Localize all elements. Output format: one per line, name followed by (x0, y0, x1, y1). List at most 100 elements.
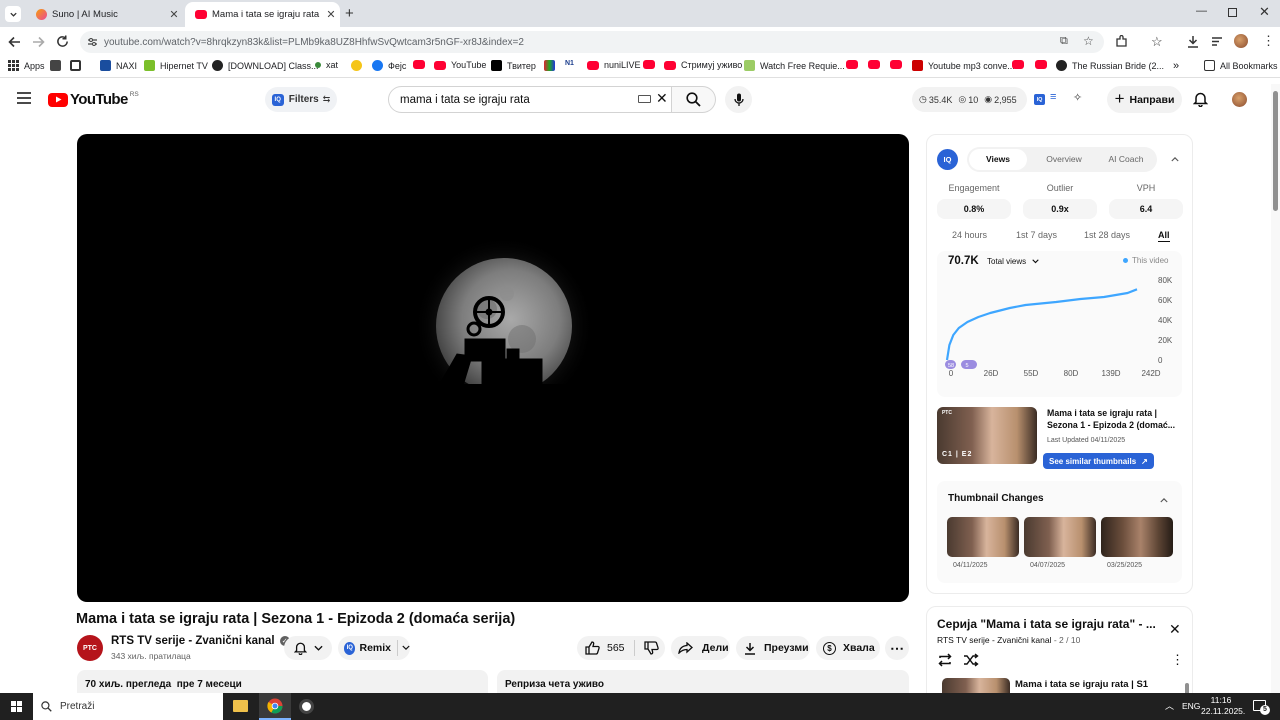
bookmark-yt-2[interactable] (643, 60, 660, 69)
search-button[interactable] (672, 86, 716, 113)
bookmark-blank-1[interactable] (50, 60, 66, 71)
account-avatar[interactable] (1232, 92, 1247, 107)
all-bookmarks[interactable]: All Bookmarks (1204, 60, 1278, 71)
bookmark-hipernet[interactable]: Hipernet TV (144, 60, 208, 71)
thanks-button[interactable]: $ Хвала (816, 636, 880, 660)
event-marker[interactable]: 5 (961, 360, 977, 369)
thumbnail-change-1[interactable] (947, 517, 1019, 557)
playlist-channel[interactable]: RTS TV serije - Zvanični kanal (937, 635, 1051, 645)
range-24-hours[interactable]: 24 hours (952, 230, 987, 240)
youtube-logo[interactable]: YouTube RS (48, 91, 139, 108)
forward-arrow-icon[interactable] (32, 36, 45, 48)
thumbnail-change-2[interactable] (1024, 517, 1096, 557)
thumbnail-change-3[interactable] (1101, 517, 1173, 557)
share-button[interactable]: Дели (671, 636, 730, 660)
minimize-icon[interactable]: — (1196, 5, 1207, 17)
bookmark-yt-7[interactable] (1035, 60, 1052, 69)
vidiq-icon[interactable]: IQ (1034, 94, 1045, 105)
bookmark-yt-5[interactable] (890, 60, 907, 69)
vidiq-filters-button[interactable]: IQ Filters ⇆ (265, 87, 337, 112)
new-tab-plus-icon[interactable]: + (345, 5, 354, 22)
close-window-icon[interactable]: ✕ (1259, 4, 1270, 20)
loop-icon[interactable] (937, 653, 953, 667)
download-icon[interactable] (1187, 35, 1199, 48)
playlist-more-icon[interactable]: ⋮ (1171, 652, 1184, 668)
bookmark-n1[interactable]: N1 (565, 60, 574, 67)
bookmark-watch[interactable]: Watch Free Requie... (744, 60, 845, 71)
reload-icon[interactable] (56, 35, 69, 48)
voice-search-button[interactable] (725, 86, 752, 113)
close-tab-icon[interactable]: ✕ (322, 8, 340, 21)
language-indicator[interactable]: ENG (1182, 701, 1200, 711)
total-views-dropdown[interactable]: Total views (984, 254, 1050, 269)
bookmark-star-icon[interactable]: ☆ (1083, 34, 1094, 48)
channel-name-row[interactable]: RTS TV serije - Zvanični kanal ✓ (111, 635, 290, 647)
tab-search-button[interactable] (5, 6, 21, 22)
obs-icon[interactable] (299, 699, 314, 714)
channel-name[interactable]: RTS TV serije - Zvanični kanal (111, 635, 275, 647)
bookmark-naxi[interactable]: NAXI (100, 60, 137, 71)
clock[interactable]: 11:16 22.11.2025. (1201, 695, 1245, 717)
shuffle-icon[interactable] (963, 653, 979, 667)
tab-suno[interactable]: Suno | AI Music ✕ (26, 2, 183, 27)
vidiq-header-stats[interactable]: ◷ 35.4K ◎ 10 ◉ 2,955 (912, 87, 1027, 112)
bookmark-stream[interactable]: Стримуј уживо (664, 60, 742, 70)
bookmark-nunilive[interactable]: nuniLIVE (587, 60, 641, 70)
close-playlist-icon[interactable]: ✕ (1169, 621, 1181, 638)
media-queue-icon[interactable] (1211, 36, 1223, 47)
bookmark-emoji[interactable] (351, 60, 367, 71)
clear-search-icon[interactable]: ✕ (656, 90, 668, 107)
bookmark-yt-3[interactable] (846, 60, 863, 69)
current-thumbnail[interactable]: РТС C1 | E2 (937, 407, 1037, 464)
vidiq-menu-icon[interactable]: ≡ (1050, 91, 1056, 103)
restore-icon[interactable] (1228, 8, 1237, 17)
site-info-icon[interactable] (87, 37, 98, 47)
bookmark-youtube[interactable]: YouTube (434, 60, 486, 70)
bookmark-facebook[interactable]: Фејс (372, 60, 406, 71)
range-28-days[interactable]: 1st 28 days (1084, 230, 1130, 240)
page-scrollbar[interactable] (1271, 84, 1280, 693)
cast-icon[interactable]: ⧉ (1060, 35, 1068, 48)
bookmark-twitter[interactable]: Твитер (491, 60, 536, 71)
playlist-item-title[interactable]: Mama i tata se igraju rata | S1 (1015, 679, 1148, 690)
bookmark-grid[interactable] (70, 60, 86, 71)
tab-overview[interactable]: Overview (1035, 149, 1093, 170)
profile-avatar[interactable] (1234, 34, 1248, 48)
tab-youtube[interactable]: Mama i tata se igraju rata | Sez ✕ (185, 2, 340, 27)
notification-center-icon[interactable]: 5 (1253, 700, 1270, 715)
like-count[interactable]: 565 (607, 642, 625, 654)
dislike-button[interactable] (633, 640, 659, 656)
thumbs-up-icon[interactable] (585, 641, 600, 655)
bookmark-russian-bride[interactable]: The Russian Bride (2... (1056, 60, 1164, 71)
magic-icon[interactable]: ✧ (1073, 91, 1082, 104)
channel-avatar[interactable]: РТС (77, 635, 103, 661)
tab-ai-coach[interactable]: AI Coach (1097, 149, 1155, 170)
bookmark-xat[interactable]: xat (315, 60, 338, 70)
download-button[interactable]: Преузми (736, 636, 810, 660)
windows-start-icon[interactable] (11, 701, 22, 712)
back-arrow-icon[interactable] (8, 36, 21, 48)
more-bookmarks-icon[interactable]: » (1173, 60, 1179, 72)
create-button[interactable]: + Направи (1107, 86, 1182, 113)
bookmark-download[interactable]: [DOWNLOAD] Class... (212, 60, 319, 71)
address-bar[interactable]: youtube.com/watch?v=8hrqkzyn83k&list=PLM… (80, 31, 1104, 53)
video-player[interactable] (77, 134, 909, 602)
range-7-days[interactable]: 1st 7 days (1016, 230, 1057, 240)
bookmark-yt-6[interactable] (1012, 60, 1029, 69)
notifications-bell-icon[interactable] (1193, 91, 1208, 107)
range-all[interactable]: All (1158, 230, 1170, 242)
keyboard-icon[interactable] (638, 95, 651, 103)
hamburger-menu-icon[interactable] (17, 92, 31, 104)
collapse-chevron-up-icon[interactable] (1160, 497, 1168, 503)
see-similar-thumbnails-button[interactable]: See similar thumbnails ↗ (1043, 453, 1154, 469)
collapse-chevron-up-icon[interactable] (1171, 156, 1179, 162)
taskbar-search[interactable]: Pretraži (33, 693, 223, 720)
bookmark-colorful[interactable] (544, 60, 560, 71)
tab-views[interactable]: Views (969, 149, 1027, 170)
extensions-icon[interactable] (1115, 35, 1128, 48)
tray-chevron-up-icon[interactable]: ︿ (1165, 699, 1174, 712)
bookmarks-star-icon[interactable]: ☆ (1151, 34, 1163, 50)
more-actions-icon[interactable]: ⋯ (885, 636, 909, 660)
bookmark-yt-1[interactable] (413, 60, 430, 69)
chrome-menu-icon[interactable]: ⋮ (1262, 33, 1275, 49)
